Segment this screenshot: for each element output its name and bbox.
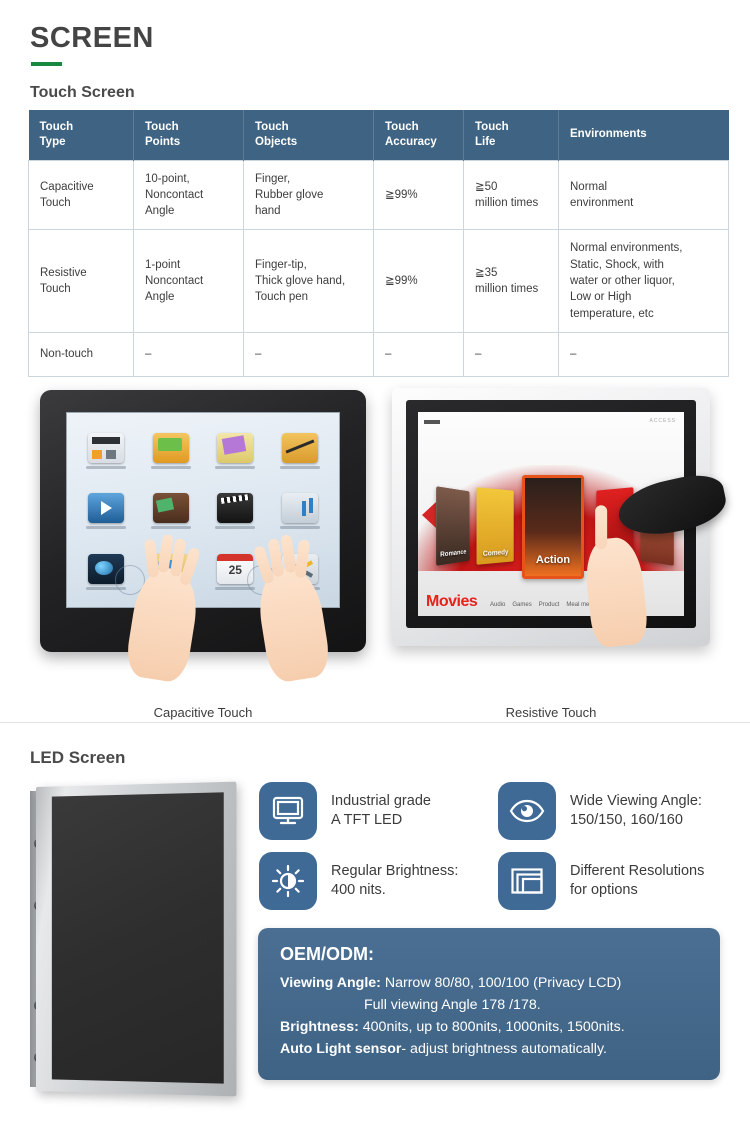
feature-text: Wide Viewing Angle: 150/150, 160/160 bbox=[570, 792, 702, 828]
cell-environments: Normal environments, Static, Shock, with w… bbox=[558, 229, 729, 334]
cell-type: Non-touch bbox=[28, 332, 134, 378]
oem-odm-panel: OEM/ODM: Viewing Angle: Narrow 80/80, 10… bbox=[258, 928, 720, 1080]
kiosk-logo bbox=[424, 420, 440, 424]
cell-life: ≧50 million times bbox=[463, 159, 559, 231]
col-touch-points: Touch Points bbox=[133, 110, 244, 160]
poster-comedy[interactable]: Comedy bbox=[476, 487, 514, 565]
cell-objects: – bbox=[243, 332, 374, 378]
led-panel-bezel bbox=[36, 781, 237, 1097]
screen-spec-page: SCREEN Touch Screen Touch Type Touch Poi… bbox=[0, 0, 750, 1135]
cell-environments: Normal environment bbox=[558, 159, 729, 231]
touch-screen-table: Touch Type Touch Points Touch Objects To… bbox=[28, 110, 729, 378]
cell-objects: Finger, Rubber glove hand bbox=[243, 159, 374, 231]
monitor-icon bbox=[259, 782, 317, 840]
cell-points: 10-point, Noncontact Angle bbox=[133, 159, 244, 231]
cell-points: – bbox=[133, 332, 244, 378]
oem-viewing-angle-line2: Full viewing Angle 178 /178. bbox=[364, 997, 541, 1013]
kiosk-brand-text: ACCESS bbox=[649, 418, 676, 424]
poster-action-selected[interactable]: Action bbox=[522, 475, 584, 580]
col-environments: Environments bbox=[558, 110, 729, 160]
title-accent-rule bbox=[31, 62, 62, 66]
app-icon-calculator bbox=[75, 422, 138, 480]
feature-industrial-grade: Industrial grade A TFT LED bbox=[259, 782, 431, 840]
cell-accuracy: ≧99% bbox=[373, 159, 464, 231]
app-icon-movies bbox=[204, 482, 267, 540]
feature-text: Industrial grade A TFT LED bbox=[331, 792, 431, 828]
menu-item-audio[interactable]: Audio bbox=[490, 602, 505, 608]
app-icon-documents bbox=[140, 422, 203, 480]
poster-romance[interactable]: Romance bbox=[436, 486, 470, 566]
oem-brightness-label: Brightness: bbox=[280, 1019, 359, 1035]
touch-screen-heading: Touch Screen bbox=[30, 84, 135, 101]
section-divider bbox=[0, 722, 750, 723]
oem-auto-value: - adjust brightness automatically. bbox=[401, 1041, 607, 1057]
touch-photos: Capacitive Touch ACCESS Romance Comedy bbox=[0, 382, 750, 720]
led-panel-glass bbox=[51, 792, 224, 1084]
led-screen-heading: LED Screen bbox=[30, 748, 126, 767]
oem-viewing-angle-label: Viewing Angle: bbox=[280, 975, 381, 991]
table-row: Non-touch – – – – – bbox=[28, 332, 729, 378]
menu-item-games[interactable]: Games bbox=[512, 602, 531, 608]
cell-accuracy: – bbox=[373, 332, 464, 378]
table-row: Resistive Touch 1-point Noncontact Angle Fi… bbox=[28, 229, 729, 334]
cell-life: ≧35 million times bbox=[463, 229, 559, 334]
table-row: Capacitive Touch 10-point, Noncontact Angle… bbox=[28, 159, 729, 231]
cell-type: Resistive Touch bbox=[28, 229, 134, 334]
oem-brightness-value: 400nits, up to 800nits, 1000nits, 1500ni… bbox=[358, 1019, 625, 1035]
feature-brightness: Regular Brightness: 400 nits. bbox=[259, 852, 458, 910]
oem-viewing-angle: Viewing Angle: Narrow 80/80, 100/100 (Pr… bbox=[280, 972, 702, 994]
table-header-row: Touch Type Touch Points Touch Objects To… bbox=[28, 110, 729, 160]
resolution-icon bbox=[498, 852, 556, 910]
oem-auto-light-sensor: Auto Light sensor- adjust brightness aut… bbox=[280, 1038, 702, 1060]
app-icon-photos bbox=[140, 482, 203, 540]
col-touch-life: Touch Life bbox=[463, 110, 559, 160]
feature-text: Different Resolutions for options bbox=[570, 862, 705, 898]
col-touch-accuracy: Touch Accuracy bbox=[373, 110, 464, 160]
menu-item-product[interactable]: Product bbox=[539, 602, 560, 608]
app-icon-video-player bbox=[75, 482, 138, 540]
app-icon-notes bbox=[204, 422, 267, 480]
cell-objects: Finger-tip, Thick glove hand, Touch pen bbox=[243, 229, 374, 334]
resistive-touch-monitor: ACCESS Romance Comedy Action Movies Audi… bbox=[392, 388, 731, 649]
brightness-icon bbox=[259, 852, 317, 910]
page-title: SCREEN bbox=[30, 22, 154, 54]
cell-points: 1-point Noncontact Angle bbox=[133, 229, 244, 334]
kiosk-menu-bar: Audio Games Product Meal menu Map bbox=[490, 602, 680, 608]
touch-screen-table-wrap: Touch Type Touch Points Touch Objects To… bbox=[28, 110, 729, 378]
app-icon-music bbox=[269, 482, 332, 540]
cell-environments: – bbox=[558, 332, 729, 378]
oem-viewing-angle-value: Narrow 80/80, 100/100 (Privacy LCD) bbox=[380, 975, 622, 991]
cell-type: Capacitive Touch bbox=[28, 159, 134, 231]
eye-icon bbox=[498, 782, 556, 840]
led-panel-photo bbox=[30, 781, 240, 1097]
oem-auto-label: Auto Light sensor bbox=[280, 1041, 402, 1057]
capacitive-touch-monitor bbox=[40, 390, 366, 685]
cell-life: – bbox=[463, 332, 559, 378]
carousel-prev-arrow[interactable] bbox=[422, 501, 436, 528]
app-icon-notepad bbox=[269, 422, 332, 480]
resistive-touch-caption: Resistive Touch bbox=[505, 705, 597, 720]
capacitive-touch-caption: Capacitive Touch bbox=[153, 705, 253, 720]
kiosk-section-title: Movies bbox=[426, 593, 478, 610]
feature-text: Regular Brightness: 400 nits. bbox=[331, 862, 459, 898]
feature-viewing-angle: Wide Viewing Angle: 150/150, 160/160 bbox=[498, 782, 702, 840]
cell-accuracy: ≧99% bbox=[373, 229, 464, 334]
oem-brightness: Brightness: 400nits, up to 800nits, 1000… bbox=[280, 1016, 702, 1038]
feature-resolutions: Different Resolutions for options bbox=[498, 852, 704, 910]
col-touch-objects: Touch Objects bbox=[243, 110, 374, 160]
oem-heading: OEM/ODM: bbox=[280, 944, 374, 964]
col-touch-type: Touch Type bbox=[28, 110, 134, 160]
